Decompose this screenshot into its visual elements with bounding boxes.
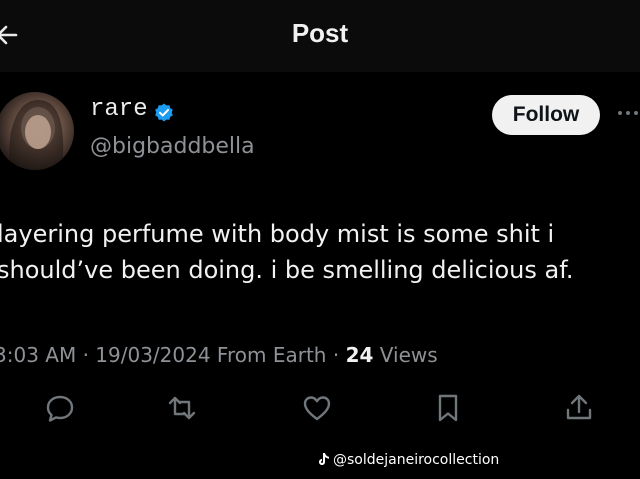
follow-button[interactable]: Follow [492,95,600,135]
meta-separator: · [326,343,346,367]
tweet-text-line: should’ve been doing. i be smelling deli… [0,256,574,284]
post-time[interactable]: 3:03 AM [0,343,76,367]
top-bar: Post [0,0,640,72]
views-label: Views [373,343,438,367]
share-icon[interactable] [563,392,595,424]
tweet-text: layering perfume with body mist is some … [0,216,637,288]
post-source: From Earth [210,343,327,367]
reply-icon[interactable] [44,392,76,424]
post-date[interactable]: 19/03/2024 [95,343,210,367]
tiktok-icon [319,453,329,465]
avatar-image [9,100,64,170]
tweet-meta: 3:03 AM · 19/03/2024 From Earth · 24 Vie… [0,341,438,369]
avatar[interactable] [0,92,74,170]
retweet-icon[interactable] [166,392,198,424]
watermark: @soldejaneirocollection [318,451,499,469]
watermark-text: @soldejaneirocollection [333,452,500,468]
meta-separator: · [76,343,96,367]
bookmark-icon[interactable] [432,392,464,424]
action-bar [0,392,640,432]
like-icon[interactable] [301,392,333,424]
more-horizontal-icon[interactable] [616,108,640,118]
page-title: Post [291,18,349,48]
user-handle[interactable]: @bigbaddbella [90,136,255,158]
tweet-text-line: layering perfume with body mist is some … [0,220,555,248]
display-name[interactable]: rare [90,98,148,122]
verified-badge-icon [155,103,173,122]
views-count: 24 [345,343,374,367]
